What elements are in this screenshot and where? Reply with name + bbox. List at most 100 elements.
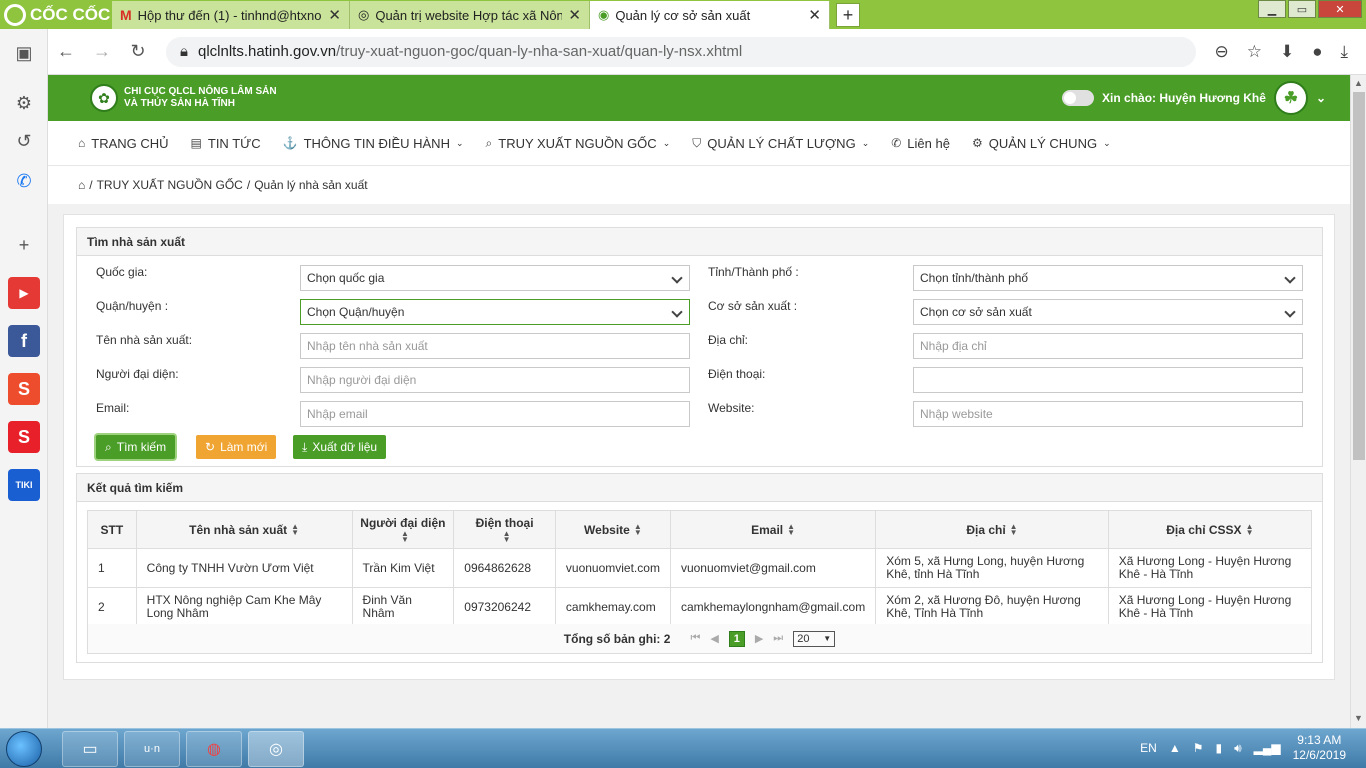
tray-expand-icon[interactable]: ▲ — [1169, 741, 1181, 755]
menu-item-news[interactable]: ▤ TIN TỨC — [191, 136, 261, 151]
shopee-icon[interactable]: S — [8, 373, 40, 405]
representative-input[interactable]: Nhập người đại diện — [300, 367, 690, 393]
scroll-up-icon[interactable]: ▲ — [1354, 78, 1363, 88]
youtube-icon[interactable]: ▶ — [8, 277, 40, 309]
flag-icon[interactable]: ⚑ — [1193, 741, 1204, 755]
col-phone[interactable]: Điện thoại ▲ ▼ — [453, 510, 556, 549]
coccoc-brand[interactable]: CỐC CỐC — [0, 0, 112, 29]
page-scrollbar[interactable]: ▲ ▼ — [1350, 75, 1366, 728]
new-tab-button[interactable]: + — [836, 3, 860, 27]
scroll-down-icon[interactable]: ▼ — [1354, 713, 1363, 723]
close-icon[interactable]: ✕ — [328, 6, 341, 24]
minimize-icon[interactable]: ▁ — [1258, 0, 1286, 18]
sort-icon[interactable]: ▲ ▼ — [634, 523, 642, 537]
clock[interactable]: 9:13 AM 12/6/2019 — [1293, 733, 1346, 763]
sort-icon[interactable]: ▲ ▼ — [503, 530, 511, 544]
avatar[interactable]: ☘ — [1273, 81, 1308, 115]
col-producer-name[interactable]: Tên nhà sản xuất ▲ ▼ — [135, 510, 353, 549]
history-icon[interactable]: ↺ — [8, 125, 40, 157]
menu-item-quality[interactable]: ⛉ QUẢN LÝ CHẤT LƯỢNG ⌄ — [692, 136, 869, 151]
page-size-select[interactable]: 20 ▼ — [793, 630, 836, 647]
email-input[interactable]: Nhập email — [300, 401, 690, 427]
scroll-thumb[interactable] — [1353, 92, 1365, 460]
back-icon[interactable]: ← — [48, 41, 84, 62]
globe-icon: ◎ — [358, 7, 370, 22]
breadcrumb-section[interactable]: TRUY XUẤT NGUỒN GỐC — [97, 178, 243, 192]
sort-icon[interactable]: ▲ ▼ — [401, 530, 409, 544]
sort-icon[interactable]: ▲ ▼ — [291, 523, 299, 537]
reset-button[interactable]: ↻ Làm mới — [196, 435, 277, 459]
tiki-icon[interactable]: TIKI — [8, 469, 40, 501]
col-label: Email — [751, 522, 784, 537]
current-page[interactable]: 1 — [728, 630, 745, 647]
download-page-icon[interactable]: ⬇ — [1280, 42, 1294, 62]
col-address[interactable]: Địa chỉ ▲ ▼ — [875, 510, 1109, 549]
start-button[interactable] — [6, 731, 42, 767]
col-website[interactable]: Website ▲ ▼ — [554, 510, 671, 549]
tab-active[interactable]: ◉ Quản lý cơ sở sản xuất ✕ — [590, 1, 830, 29]
download-icon[interactable]: ⤓ — [1340, 42, 1348, 62]
col-facility-address[interactable]: Địa chỉ CSSX ▲ ▼ — [1107, 510, 1313, 549]
home-icon[interactable]: ⌂ — [78, 178, 85, 192]
tab-gmail[interactable]: M Hộp thư đến (1) - tinhnd@htxnong ✕ — [112, 1, 350, 29]
last-page-icon[interactable]: ⏭ — [773, 632, 783, 645]
reload-icon[interactable]: ↻ — [120, 41, 156, 62]
star-icon[interactable]: ☆ — [1247, 42, 1262, 62]
menu-item-operations[interactable]: ⚓ THÔNG TIN ĐIỀU HÀNH ⌄ — [283, 136, 464, 151]
facebook-icon[interactable]: f — [8, 325, 40, 357]
address-input[interactable]: Nhập địa chỉ — [913, 333, 1303, 359]
website-input[interactable]: Nhập website — [913, 401, 1303, 427]
sort-icon[interactable]: ▲ ▼ — [1010, 523, 1018, 537]
sidebar-toggle-icon[interactable]: ▣ — [8, 37, 40, 69]
menu-item-contact[interactable]: ✆ Liên hệ — [891, 136, 950, 151]
unikey-icon[interactable]: u·n — [124, 731, 180, 767]
battery-icon[interactable]: ▮ — [1215, 741, 1222, 755]
export-button[interactable]: ⤓ Xuất dữ liệu — [293, 435, 387, 459]
total-records: Tổng số bản ghi: 2 — [563, 631, 671, 646]
producer-name-input[interactable]: Nhập tên nhà sản xuất — [300, 333, 690, 359]
first-page-icon[interactable]: ⏮ — [690, 632, 700, 645]
window-close-icon[interactable]: ✕ — [1318, 0, 1362, 18]
menu-item-traceability[interactable]: ⌕ TRUY XUẤT NGUỒN GỐC ⌄ — [486, 136, 671, 151]
sort-icon[interactable]: ▲ ▼ — [787, 523, 795, 537]
chrome-icon[interactable]: ◍ — [186, 731, 242, 767]
sendo-icon[interactable]: S — [8, 421, 40, 453]
file-explorer-icon[interactable]: ▭ — [62, 731, 118, 767]
language-indicator[interactable]: EN — [1140, 741, 1157, 755]
add-icon[interactable]: + — [8, 229, 40, 261]
gear-icon[interactable]: ⚙ — [8, 87, 40, 119]
country-select[interactable]: Chọn quốc gia — [300, 265, 690, 291]
close-icon[interactable]: ✕ — [568, 6, 581, 24]
network-icon[interactable]: ▂▄▆ — [1254, 741, 1281, 755]
search-panel-title: Tìm nhà sản xuất — [77, 228, 1322, 256]
col-email[interactable]: Email ▲ ▼ — [669, 510, 877, 549]
profile-icon[interactable]: ● — [1312, 42, 1322, 62]
forward-icon[interactable]: → — [84, 41, 120, 62]
zoom-icon[interactable]: ⊖ — [1214, 42, 1228, 62]
district-select[interactable]: Chọn Quận/huyện — [300, 299, 690, 325]
sort-icon[interactable]: ▲ ▼ — [1246, 523, 1254, 537]
prev-page-icon[interactable]: ◀ — [710, 632, 718, 645]
facility-select[interactable]: Chọn cơ sở sản xuất — [913, 299, 1303, 325]
messenger-icon[interactable]: ✆ — [8, 165, 40, 197]
table-row[interactable]: 2 HTX Nông nghiệp Cam Khe Mây Long Nhâm … — [87, 587, 1313, 627]
table-row[interactable]: 1 Công ty TNHH Vườn Ươm Việt Trần Kim Vi… — [87, 548, 1313, 588]
phone-input[interactable] — [913, 367, 1303, 393]
volume-icon[interactable]: 🔊︎ — [1234, 741, 1242, 756]
col-representative[interactable]: Người đại diện ▲ ▼ — [351, 510, 455, 549]
province-select[interactable]: Chọn tỉnh/thành phố — [913, 265, 1303, 291]
tab-website-admin[interactable]: ◎ Quản trị website Hợp tác xã Nông ✕ — [350, 1, 590, 29]
coccoc-taskbar-icon[interactable]: ◎ — [248, 731, 304, 767]
cell-email: vuonuomviet@gmail.com — [669, 548, 877, 588]
theme-toggle[interactable] — [1062, 90, 1095, 106]
menu-item-home[interactable]: ⌂ TRANG CHỦ — [78, 136, 169, 151]
menu-item-general[interactable]: ⚙ QUẢN LÝ CHUNG ⌄ — [972, 136, 1111, 151]
chevron-down-icon[interactable]: ⌄ — [1316, 91, 1326, 105]
search-button[interactable]: ⌕ Tìm kiếm — [96, 435, 176, 459]
next-page-icon[interactable]: ▶ — [755, 632, 763, 645]
close-icon[interactable]: ✕ — [808, 6, 821, 24]
url-host: qlclnlts.hatinh.gov.vn — [197, 43, 337, 60]
url-field[interactable]: 🔒︎ qlclnlts.hatinh.gov.vn/truy-xuat-nguo… — [166, 36, 1197, 67]
maximize-icon[interactable]: ▭ — [1288, 0, 1316, 18]
agency-logo-icon[interactable]: ✿ — [90, 84, 118, 112]
